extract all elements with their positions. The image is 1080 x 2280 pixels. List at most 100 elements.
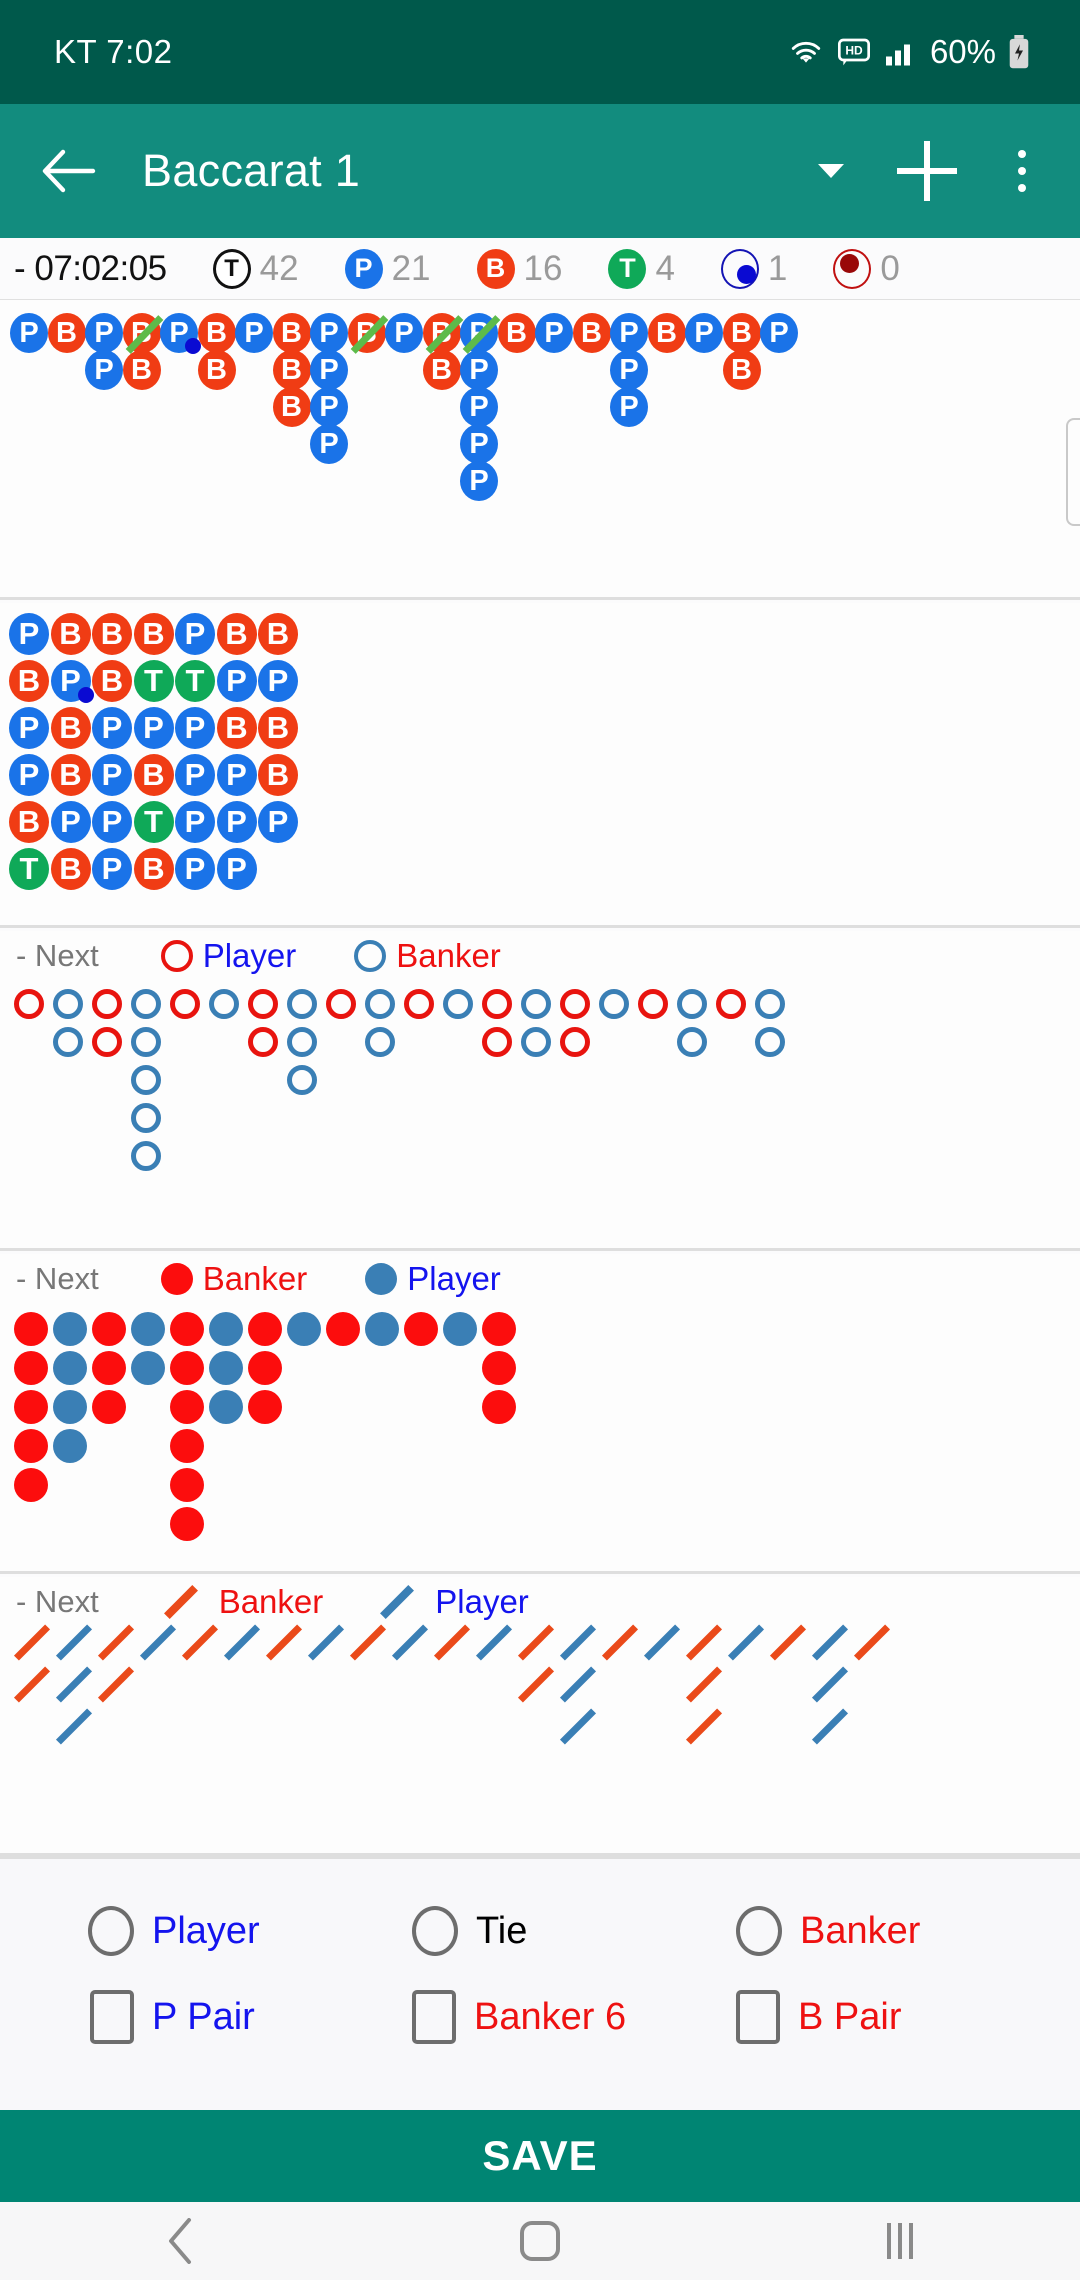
radio-tie[interactable]: Tie [412, 1881, 722, 1981]
small-road-cell[interactable] [443, 1312, 477, 1346]
big-road-cell[interactable]: P [310, 387, 348, 427]
big-road-cell[interactable]: P [310, 313, 348, 353]
big-road-cell[interactable]: P [85, 350, 123, 390]
bead-plate-cell[interactable]: P [175, 848, 215, 890]
small-road-cell[interactable] [248, 1351, 282, 1385]
bead-plate-cell[interactable]: B [258, 754, 298, 796]
bead-plate-cell[interactable]: P [92, 707, 132, 749]
small-road-cell[interactable] [209, 1351, 243, 1385]
bead-plate-cell[interactable]: B [216, 613, 257, 655]
nav-back-icon[interactable] [0, 2218, 360, 2264]
big-eye-cell[interactable] [209, 989, 239, 1019]
big-eye-cell[interactable] [53, 1027, 83, 1057]
cockroach-cell[interactable] [724, 1624, 768, 1661]
big-road-cell[interactable]: B [347, 313, 386, 353]
cockroach-cell[interactable] [178, 1624, 222, 1661]
small-road-cell[interactable] [209, 1312, 243, 1346]
bead-plate-cell[interactable]: B [50, 754, 91, 796]
big-road-cell[interactable]: B [497, 313, 536, 353]
cockroach-cell[interactable] [346, 1624, 390, 1661]
checkbox-b-pair-icon[interactable] [736, 1990, 780, 2044]
bead-plate-cell[interactable]: P [133, 707, 174, 749]
small-road-cell[interactable] [326, 1312, 360, 1346]
big-eye-cell[interactable] [287, 989, 317, 1019]
big-eye-cell[interactable] [365, 989, 395, 1019]
bead-plate-cell[interactable]: B [50, 613, 91, 655]
cockroach-pig-road[interactable]: - Next Banker Player [0, 1577, 1080, 1856]
big-road-cell[interactable]: B [722, 313, 761, 353]
big-road-cell[interactable]: B [272, 387, 311, 427]
big-road-cell[interactable]: P [85, 313, 123, 353]
big-road-cell[interactable]: B [272, 350, 311, 390]
big-eye-cell[interactable] [560, 989, 590, 1019]
bead-plate-cell[interactable]: P [216, 660, 257, 702]
cockroach-cell[interactable] [682, 1666, 726, 1703]
big-road-cell[interactable]: P [310, 350, 348, 390]
bead-plate-cell[interactable]: B [258, 707, 298, 749]
big-eye-boy-road[interactable]: - Next Player Banker [0, 931, 1080, 1251]
big-eye-cell[interactable] [131, 1103, 161, 1133]
big-road-cell[interactable]: B [422, 350, 461, 390]
cockroach-cell[interactable] [682, 1708, 726, 1745]
small-road-cell[interactable] [248, 1390, 282, 1424]
big-eye-cell[interactable] [716, 989, 746, 1019]
cockroach-cell[interactable] [52, 1666, 96, 1703]
cockroach-cell[interactable] [388, 1624, 432, 1661]
small-road-cell[interactable] [131, 1351, 165, 1385]
big-eye-cell[interactable] [287, 1065, 317, 1095]
bead-plate-cell[interactable]: P [216, 848, 257, 890]
bead-plate-cell[interactable]: P [9, 754, 49, 796]
add-button[interactable] [890, 134, 964, 208]
bead-plate-cell[interactable]: P [92, 848, 132, 890]
big-road-cell[interactable]: P [460, 387, 498, 427]
checkbox-p-pair-icon[interactable] [90, 1990, 134, 2044]
bead-plate-cell[interactable]: B [133, 613, 174, 655]
small-road-cell[interactable] [482, 1351, 516, 1385]
cockroach-cell[interactable] [10, 1624, 54, 1661]
big-eye-cell[interactable] [248, 989, 278, 1019]
overflow-menu-button[interactable] [990, 134, 1054, 208]
big-eye-cell[interactable] [365, 1027, 395, 1057]
cockroach-cell[interactable] [52, 1708, 96, 1745]
scroll-indicator[interactable] [1066, 418, 1080, 526]
bead-plate-cell[interactable]: B [133, 754, 174, 796]
big-road-cell[interactable]: P [160, 313, 201, 354]
small-road-cell[interactable] [14, 1351, 48, 1385]
cockroach-cell[interactable] [808, 1708, 852, 1745]
cockroach-cell[interactable] [472, 1624, 516, 1661]
nav-home-icon[interactable] [360, 2219, 720, 2263]
big-eye-cell[interactable] [131, 989, 161, 1019]
small-road-cell[interactable] [365, 1312, 399, 1346]
small-road-cell[interactable] [14, 1312, 48, 1346]
cockroach-cell[interactable] [850, 1624, 894, 1661]
big-eye-cell[interactable] [248, 1027, 278, 1057]
back-arrow-icon[interactable] [38, 140, 100, 202]
small-road-cell[interactable] [53, 1390, 87, 1424]
bead-plate-cell[interactable]: P [175, 801, 215, 843]
bead-plate-cell[interactable]: P [175, 707, 215, 749]
cockroach-cell[interactable] [808, 1666, 852, 1703]
big-eye-cell[interactable] [521, 1027, 551, 1057]
bead-plate-cell[interactable]: P [175, 754, 215, 796]
cockroach-cell[interactable] [94, 1624, 138, 1661]
big-eye-cell[interactable] [287, 1027, 317, 1057]
bead-plate-cell[interactable]: P [175, 613, 215, 655]
big-eye-cell[interactable] [131, 1141, 161, 1171]
bead-plate-cell[interactable]: B [9, 660, 49, 702]
big-road-cell[interactable]: P [460, 424, 498, 464]
bead-plate-cell[interactable]: P [50, 801, 91, 843]
small-road-cell[interactable] [14, 1468, 48, 1502]
big-eye-cell[interactable] [599, 989, 629, 1019]
small-road-cell[interactable] [170, 1468, 204, 1502]
big-eye-cell[interactable] [755, 1027, 785, 1057]
small-road-cell[interactable] [131, 1312, 165, 1346]
big-road-cell[interactable]: B [47, 313, 86, 353]
big-road-cell[interactable]: P [460, 313, 498, 353]
cockroach-cell[interactable] [556, 1708, 600, 1745]
cockroach-cell[interactable] [598, 1624, 642, 1661]
big-road-cell[interactable]: B [422, 313, 461, 353]
big-eye-cell[interactable] [92, 989, 122, 1019]
big-eye-cell[interactable] [404, 989, 434, 1019]
bead-plate-cell[interactable]: T [175, 660, 215, 702]
small-road-cell[interactable] [170, 1351, 204, 1385]
